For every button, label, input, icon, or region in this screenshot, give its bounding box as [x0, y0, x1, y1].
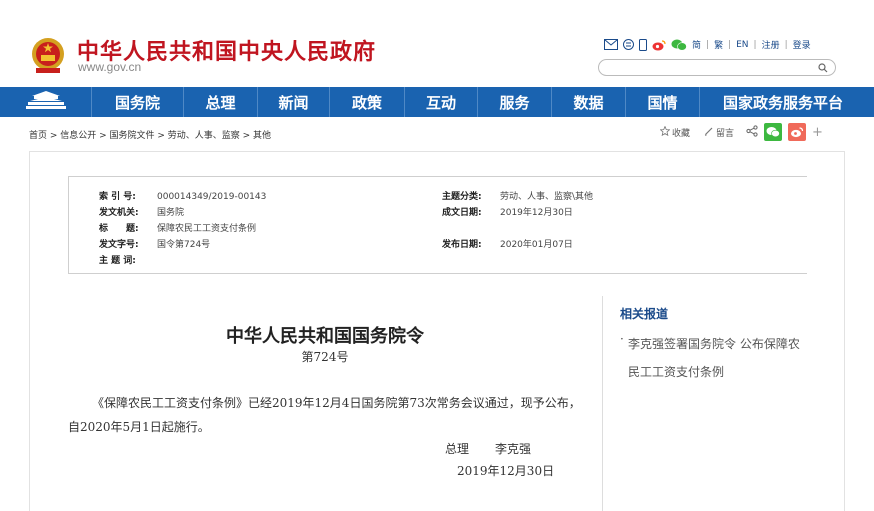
nav-item-interaction[interactable]: 互动: [405, 87, 478, 117]
info-label: 索 引 号:: [99, 192, 136, 202]
nav-item-services[interactable]: 服务: [478, 87, 552, 117]
lang-simplified-link[interactable]: 简: [692, 38, 701, 51]
article-tools: 收藏 留言 +: [659, 123, 823, 141]
breadcrumb[interactable]: 首页 > 信息公开 > 国务院文件 > 劳动、人事、监察 > 其他: [29, 128, 271, 141]
national-emblem-icon[interactable]: [30, 36, 66, 74]
nav-home-button[interactable]: [0, 87, 92, 117]
nav-item-news[interactable]: 新闻: [258, 87, 330, 117]
separator: |: [728, 39, 732, 50]
info-org-row: 发文机关: 国务院: [99, 205, 184, 218]
mail-icon[interactable]: [604, 39, 618, 50]
top-utility-bar: 简 | 繁 | EN | 注册 | 登录: [604, 38, 811, 51]
share-icon[interactable]: [746, 124, 758, 140]
weibo-icon[interactable]: [652, 39, 666, 51]
mobile-icon[interactable]: [639, 38, 647, 51]
info-index-row: 索 引 号: 000014349/2019-00143: [99, 189, 266, 202]
favorite-label: 收藏: [672, 128, 691, 139]
search-icon[interactable]: [817, 62, 829, 74]
app-icon[interactable]: [623, 39, 634, 50]
separator: |: [753, 39, 757, 50]
search-input[interactable]: [598, 59, 836, 76]
info-value: 劳动、人事、监察\其他: [500, 192, 594, 202]
weibo-share-icon[interactable]: [788, 123, 807, 141]
document-title: 中华人民共和国国务院令: [226, 326, 424, 347]
separator: |: [784, 39, 788, 50]
nav-item-state-council[interactable]: 国务院: [92, 87, 184, 117]
separator: |: [706, 39, 710, 50]
info-title-row: 标 题: 保障农民工工资支付条例: [99, 221, 256, 234]
comment-button[interactable]: 留言: [704, 126, 734, 139]
info-publish-date-row: 发布日期: 2020年01月07日: [442, 237, 573, 250]
info-label: 发布日期:: [442, 240, 482, 250]
nav-item-premier[interactable]: 总理: [184, 87, 258, 117]
comment-label: 留言: [716, 128, 735, 139]
info-label: 发文机关:: [99, 208, 139, 218]
info-value: 2019年12月30日: [500, 208, 573, 218]
info-label: 标 题:: [99, 224, 139, 234]
info-label: 主 题 词:: [99, 256, 136, 266]
document-number: 第724号: [301, 350, 349, 364]
more-share-icon[interactable]: +: [812, 125, 823, 140]
info-docno-row: 发文字号: 国令第724号: [99, 237, 210, 250]
info-value: 国令第724号: [157, 240, 211, 250]
nav-item-policy[interactable]: 政策: [330, 87, 405, 117]
document-body: 《保障农民工工资支付条例》已经2019年12月4日国务院第73次常务会议通过，现…: [68, 396, 581, 434]
info-keyword-row: 主 题 词:: [99, 253, 157, 266]
signer-title: 总理: [445, 442, 470, 456]
tiananmen-icon: [24, 90, 68, 114]
info-value: 2020年01月07日: [500, 240, 573, 250]
info-written-date-row: 成文日期: 2019年12月30日: [442, 205, 573, 218]
lang-english-link[interactable]: EN: [736, 40, 748, 50]
document-info-table: 索 引 号: 000014349/2019-00143 发文机关: 国务院 标 题:…: [68, 176, 807, 274]
nav-item-national-info[interactable]: 国情: [626, 87, 700, 117]
site-domain: www.gov.cn: [78, 60, 142, 74]
star-icon: [659, 124, 671, 139]
nav-item-gov-service-platform[interactable]: 国家政务服务平台: [700, 87, 866, 117]
info-category-row: 主题分类: 劳动、人事、监察\其他: [442, 189, 593, 202]
sign-date: 2019年12月30日: [457, 464, 555, 478]
login-link[interactable]: 登录: [793, 38, 811, 51]
wechat-share-icon[interactable]: [764, 123, 783, 141]
info-value: 国务院: [157, 208, 185, 218]
signer-name: 李克强: [495, 442, 532, 456]
info-value: 保障农民工工资支付条例: [157, 224, 257, 234]
sidebar-divider: [602, 296, 603, 511]
lang-traditional-link[interactable]: 繁: [714, 38, 723, 51]
site-header: 中华人民共和国中央人民政府 www.gov.cn 简 | 繁 | EN | 注册…: [0, 0, 874, 86]
pencil-icon: [704, 126, 714, 139]
register-link[interactable]: 注册: [762, 38, 780, 51]
related-report-link[interactable]: 李克强签署国务院令 公布保障农民工工资支付条例: [628, 330, 808, 386]
info-label: 发文字号:: [99, 240, 139, 250]
info-label: 主题分类:: [442, 192, 482, 202]
related-reports-heading: 相关报道: [620, 307, 669, 321]
nav-item-data[interactable]: 数据: [552, 87, 626, 117]
info-label: 成文日期:: [442, 208, 482, 218]
favorite-button[interactable]: 收藏: [659, 124, 691, 139]
bullet-icon: ·: [620, 332, 624, 346]
signature: 总理 李克强: [445, 440, 531, 457]
main-nav: 国务院 总理 新闻 政策 互动 服务 数据 国情 国家政务服务平台: [0, 87, 874, 117]
wechat-icon[interactable]: [671, 39, 687, 51]
info-value: 000014349/2019-00143: [157, 192, 267, 202]
